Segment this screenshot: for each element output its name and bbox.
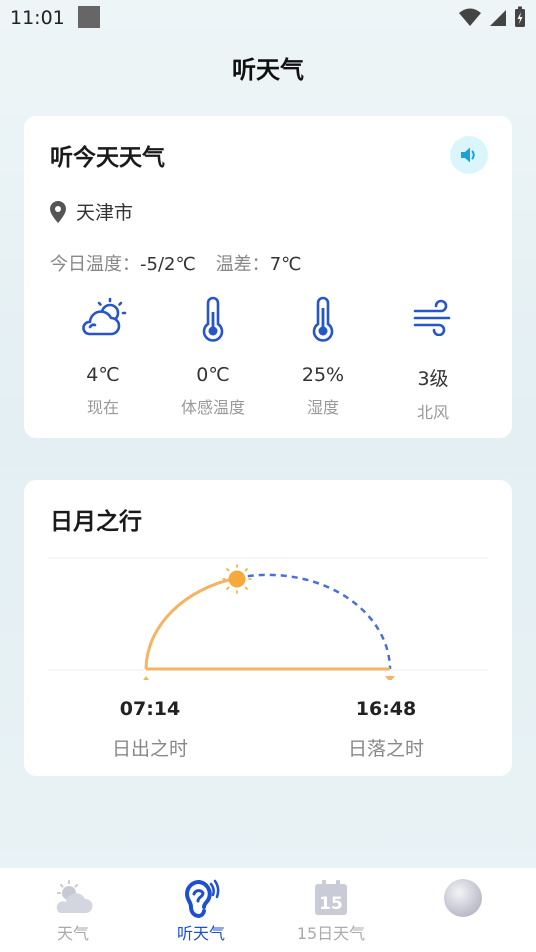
- stat-value: 0℃: [196, 364, 230, 386]
- nav-item-15day-weather[interactable]: 15 15日天气: [264, 878, 398, 944]
- weather-stats: 4℃ 现在 0℃ 体感温度 25% 湿度 3级 北风: [24, 296, 512, 426]
- listen-weather-card: 听今天天气 天津市 今日温度：-5/2℃ 温差：7℃ 4℃ 现在 0℃ 体感温度…: [24, 116, 512, 438]
- sunrise-time: 07:14: [119, 698, 181, 720]
- thermometer-icon: [202, 296, 224, 342]
- sunset-time: 16:48: [355, 698, 417, 720]
- bottom-navigation: 天气 听天气 15 15日天气: [0, 868, 536, 952]
- svg-text:15: 15: [319, 894, 343, 914]
- page-title: 听天气: [232, 56, 304, 84]
- night-arc: [236, 573, 392, 670]
- cloudy-sun-icon: [82, 297, 127, 336]
- location-name: 天津市: [76, 202, 134, 224]
- card-title: 日月之行: [50, 509, 142, 535]
- nav-label: 天气: [56, 924, 89, 943]
- card-title: 听今天天气: [50, 145, 165, 171]
- status-bar: 11:01: [0, 0, 536, 36]
- status-time: 11:01: [10, 7, 65, 29]
- stat-value: 3级: [417, 368, 449, 390]
- sunrise-marker: [143, 676, 149, 680]
- stat-label: 现在: [86, 398, 119, 417]
- calendar-15-icon: 15: [315, 880, 347, 915]
- weather-icon: [56, 880, 93, 913]
- sunset-marker: [385, 676, 395, 680]
- stat-label: 湿度: [306, 398, 339, 417]
- nav-label: 听天气: [176, 924, 225, 943]
- stat-value: 25%: [301, 364, 345, 386]
- avatar-icon: [444, 879, 482, 917]
- diff-value: 7℃: [269, 254, 302, 275]
- speaker-icon: [461, 147, 475, 163]
- notification-icon: [78, 6, 100, 28]
- stat-now: 4℃ 现在: [48, 296, 158, 418]
- stat-label: 北风: [416, 403, 449, 422]
- location: 天津市: [50, 198, 133, 225]
- diff-label: 温差：: [215, 254, 270, 275]
- nav-item-listen-weather[interactable]: 听天气: [134, 878, 268, 944]
- stat-wind: 3级 北风: [378, 296, 488, 423]
- thermometer-icon: [312, 296, 334, 342]
- sun-path-card: 日月之行 07:14 日出之时 16:48 日落之时: [24, 480, 512, 776]
- signal-icon: [490, 10, 506, 26]
- wind-icon: [413, 299, 451, 336]
- speaker-button[interactable]: [450, 136, 488, 174]
- nav-label: 15日天气: [296, 924, 366, 943]
- wifi-icon: [459, 8, 481, 26]
- location-pin-icon: [50, 200, 66, 223]
- temp-label: 今日温度：: [50, 254, 140, 275]
- status-icons: [458, 6, 526, 28]
- sun-path-diagram: [48, 557, 488, 680]
- sunset-label: 日落之时: [347, 738, 424, 760]
- stat-feels-like: 0℃ 体感温度: [158, 296, 268, 418]
- temperature-summary: 今日温度：-5/2℃ 温差：7℃: [50, 250, 301, 276]
- day-arc: [144, 576, 238, 670]
- stat-value: 4℃: [86, 364, 120, 386]
- stat-humidity: 25% 湿度: [268, 296, 378, 418]
- temp-value: -5/2℃: [140, 254, 196, 275]
- sunrise-label: 日出之时: [111, 738, 188, 760]
- ear-icon: [184, 879, 220, 918]
- battery-icon: [515, 6, 525, 27]
- nav-item-profile[interactable]: [396, 878, 530, 920]
- stat-label: 体感温度: [180, 398, 245, 417]
- nav-item-weather[interactable]: 天气: [6, 878, 140, 944]
